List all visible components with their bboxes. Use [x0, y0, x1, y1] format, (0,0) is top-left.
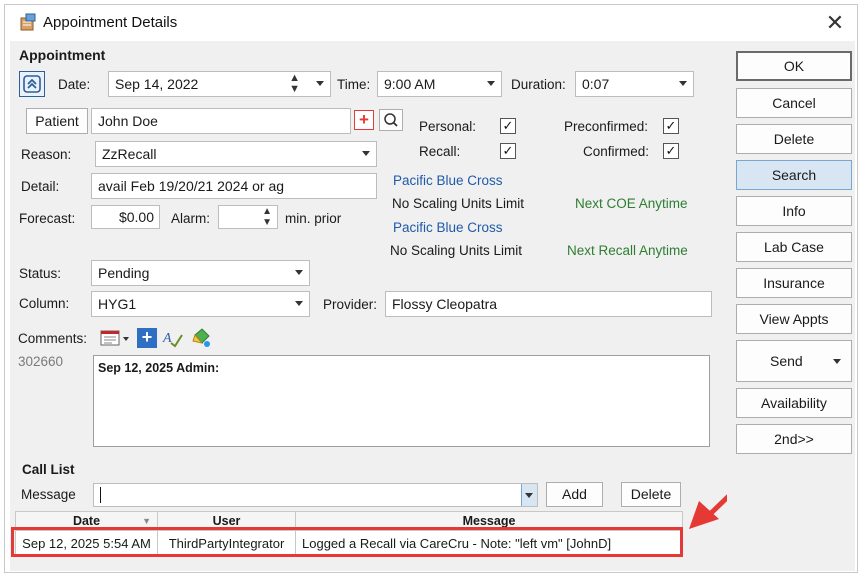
date-spinner[interactable]: ▲ ▼: [289, 73, 300, 95]
cancel-button[interactable]: Cancel: [736, 88, 852, 118]
comments-label: Comments:: [18, 331, 88, 346]
message-label: Message: [21, 487, 76, 502]
preconfirmed-label: Preconfirmed:: [564, 119, 649, 134]
time-label: Time:: [337, 77, 371, 92]
reason-label: Reason:: [21, 147, 72, 162]
status-field[interactable]: Pending: [91, 260, 310, 286]
duration-value: 0:07: [582, 76, 610, 92]
reason-field[interactable]: ZzRecall: [95, 141, 377, 167]
paint-bucket-button[interactable]: [190, 327, 212, 349]
preconfirmed-checkbox[interactable]: ✓: [663, 118, 679, 134]
status-label: Status:: [19, 266, 62, 281]
alarm-label: Alarm:: [171, 211, 211, 226]
insurance-1-limit: No Scaling Units Limit: [392, 196, 525, 211]
collapse-up-icon: [23, 75, 41, 93]
message-input[interactable]: [93, 483, 538, 507]
action-button-column: OK Cancel Delete Search Info Lab Case In…: [727, 41, 855, 571]
title-bar: Appointment Details ✕: [5, 5, 857, 41]
provider-field[interactable]: Flossy Cleopatra: [385, 291, 712, 317]
view-appts-button[interactable]: View Appts: [736, 304, 852, 334]
spell-check-icon: A: [162, 331, 183, 348]
appointment-icon: [20, 13, 36, 31]
second-button[interactable]: 2nd>>: [736, 424, 852, 454]
availability-button[interactable]: Availability: [736, 388, 852, 418]
text-cursor: [100, 487, 101, 503]
calendar-list-icon: [100, 330, 129, 346]
personal-label: Personal:: [419, 119, 477, 134]
column-field[interactable]: HYG1: [91, 291, 310, 317]
reason-value: ZzRecall: [102, 146, 157, 162]
detail-label: Detail:: [21, 179, 60, 194]
search-icon: [384, 113, 398, 127]
info-button[interactable]: Info: [736, 196, 852, 226]
comment-id: 302660: [18, 354, 64, 369]
appointment-details-window: Appointment Details ✕ Appointment Date: …: [4, 4, 858, 573]
date-dropdown-arrow[interactable]: [316, 81, 324, 86]
window-title: Appointment Details: [43, 14, 178, 31]
reason-dropdown-arrow[interactable]: [362, 151, 370, 156]
send-button[interactable]: Send: [736, 340, 852, 382]
appointment-section-label: Appointment: [19, 47, 106, 63]
send-dropdown-arrow: [833, 359, 841, 364]
insurance-1-name: Pacific Blue Cross: [393, 173, 503, 188]
column-value: HYG1: [98, 296, 137, 312]
comments-textarea[interactable]: Sep 12, 2025 Admin:: [93, 355, 710, 447]
add-patient-plus-icon[interactable]: +: [354, 110, 374, 130]
forecast-field[interactable]: $0.00: [91, 205, 160, 229]
patient-name-field[interactable]: John Doe: [91, 108, 351, 134]
insurance-2-next: Next Recall Anytime: [567, 243, 688, 258]
insurance-2-limit: No Scaling Units Limit: [390, 243, 523, 258]
duration-dropdown-arrow[interactable]: [679, 81, 687, 86]
personal-checkbox[interactable]: ✓: [500, 118, 516, 134]
recall-checkbox[interactable]: ✓: [500, 143, 516, 159]
date-label: Date:: [58, 77, 91, 92]
row-highlight-box: [11, 527, 683, 557]
close-icon[interactable]: ✕: [821, 9, 849, 37]
alarm-spinner[interactable]: ▲ ▼: [262, 206, 272, 228]
comment-text: Sep 12, 2025 Admin:: [98, 361, 220, 375]
confirmed-label: Confirmed:: [583, 144, 650, 159]
lab-case-button[interactable]: Lab Case: [736, 232, 852, 262]
collapse-button[interactable]: [19, 71, 45, 97]
patient-search-button[interactable]: [379, 109, 403, 131]
recall-label: Recall:: [419, 144, 461, 159]
status-value: Pending: [98, 265, 150, 281]
call-add-button[interactable]: Add: [546, 482, 603, 507]
time-dropdown-arrow[interactable]: [487, 81, 495, 86]
insurance-1-next: Next COE Anytime: [575, 196, 688, 211]
duration-label: Duration:: [511, 77, 566, 92]
spell-check-button[interactable]: A: [162, 327, 184, 349]
confirmed-checkbox[interactable]: ✓: [663, 143, 679, 159]
appointment-panel: Appointment Date: Sep 14, 2022 ▲ ▼ Time: …: [10, 41, 727, 571]
column-label: Column:: [19, 296, 70, 311]
time-field[interactable]: 9:00 AM: [377, 71, 502, 97]
alarm-field[interactable]: ▲ ▼: [218, 205, 278, 229]
col-header-date-label: Date: [72, 514, 101, 528]
delete-button[interactable]: Delete: [736, 124, 852, 154]
paint-bucket-icon: [192, 328, 210, 347]
insurance-button[interactable]: Insurance: [736, 268, 852, 298]
status-dropdown-arrow[interactable]: [295, 270, 303, 275]
ok-button[interactable]: OK: [736, 51, 852, 81]
date-value: Sep 14, 2022: [115, 76, 199, 92]
detail-field[interactable]: avail Feb 19/20/21 2024 or ag: [91, 173, 377, 199]
call-list-label: Call List: [22, 462, 75, 477]
column-dropdown-arrow[interactable]: [295, 301, 303, 306]
insurance-2-name: Pacific Blue Cross: [393, 220, 503, 235]
message-dropdown-button[interactable]: [521, 484, 537, 506]
message-dropdown-arrow: [525, 493, 533, 498]
search-button[interactable]: Search: [736, 160, 852, 190]
duration-field[interactable]: 0:07: [575, 71, 694, 97]
provider-label: Provider:: [323, 297, 378, 312]
alarm-suffix: min. prior: [285, 211, 342, 226]
calendar-list-button[interactable]: [99, 327, 133, 349]
call-delete-button[interactable]: Delete: [621, 482, 681, 507]
send-label: Send: [770, 353, 803, 369]
date-field[interactable]: Sep 14, 2022 ▲ ▼: [108, 71, 331, 97]
patient-button[interactable]: Patient: [26, 108, 88, 134]
add-blue-plus-icon[interactable]: +: [137, 328, 157, 348]
forecast-label: Forecast:: [19, 211, 76, 226]
time-value: 9:00 AM: [384, 76, 436, 92]
